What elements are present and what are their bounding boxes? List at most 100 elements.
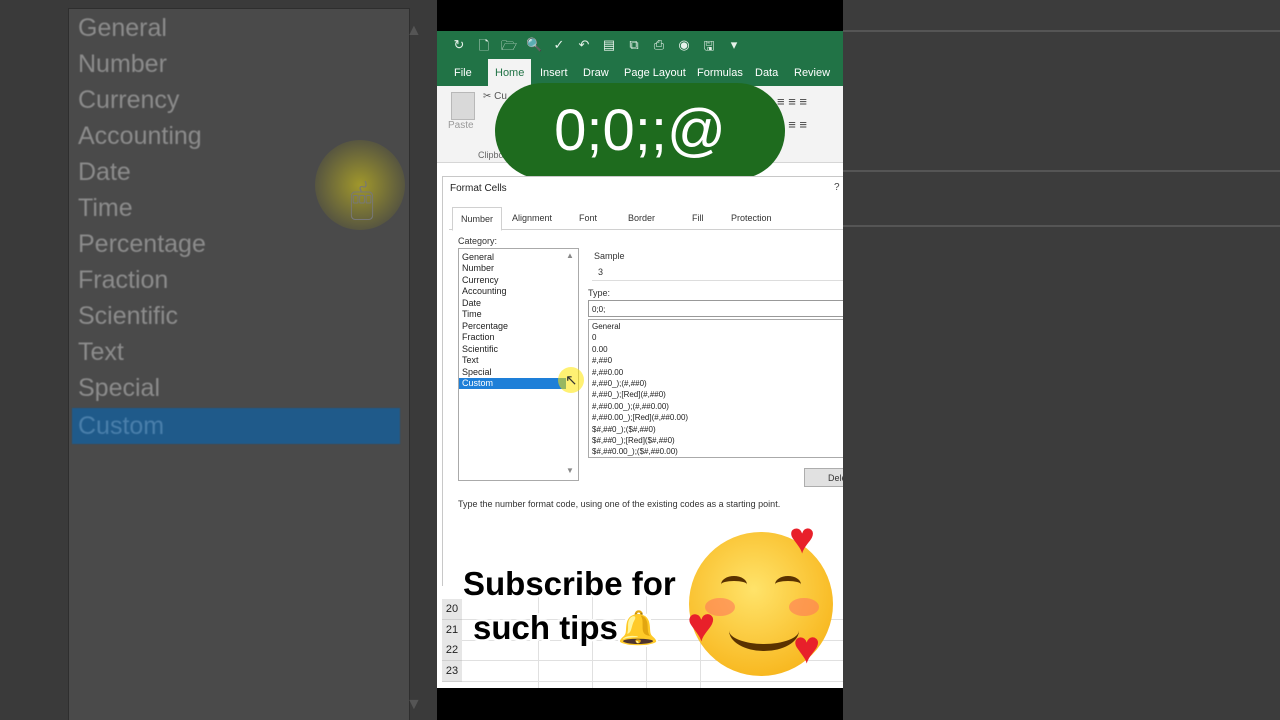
- category-item[interactable]: Currency: [459, 275, 566, 286]
- quick-access-toolbar: ↻ 🗋 🗁 🔍 ✓ ↶ ▤ ⧉ ⎙ ◉ 🖫 ▾: [451, 37, 742, 59]
- help-button[interactable]: ?: [834, 182, 840, 193]
- format-code-item[interactable]: #,##0: [592, 355, 612, 366]
- scroll-up-icon: ▲: [406, 22, 422, 39]
- format-code-item[interactable]: $#,##0_);($#,##0): [592, 424, 656, 435]
- copy-icon[interactable]: ⧉: [626, 37, 642, 59]
- format-code-badge: 0;0;;@: [495, 83, 785, 179]
- category-item[interactable]: Text: [459, 355, 566, 366]
- new-file-icon[interactable]: 🗋: [476, 37, 492, 59]
- category-item[interactable]: Number: [459, 263, 566, 274]
- category-item[interactable]: Special: [459, 367, 566, 378]
- background-list-item: Scientific: [78, 302, 179, 330]
- sample-label: Sample: [594, 251, 625, 261]
- background-list-item: General: [78, 14, 167, 42]
- category-item[interactable]: Date: [459, 298, 566, 309]
- background-divider: [843, 225, 1280, 227]
- tab-border[interactable]: Border: [628, 207, 655, 229]
- scroll-up-icon[interactable]: ▲: [566, 251, 574, 260]
- tab-alignment[interactable]: Alignment: [512, 207, 552, 229]
- format-code-item[interactable]: 0.00: [592, 344, 608, 355]
- background-list-item: Fraction: [78, 266, 169, 294]
- spelling-icon[interactable]: ✓: [551, 37, 567, 59]
- tab-protection[interactable]: Protection: [731, 207, 772, 229]
- background-divider: [843, 170, 1280, 172]
- excel-ribbon-header: ↻ 🗋 🗁 🔍 ✓ ↶ ▤ ⧉ ⎙ ◉ 🖫 ▾ File Home Insert…: [437, 31, 843, 86]
- delete-button[interactable]: Dele: [804, 468, 843, 487]
- eye-left: [721, 576, 747, 593]
- row-header[interactable]: 20: [442, 599, 462, 620]
- subscribe-line-2: such tips🔔: [473, 609, 659, 646]
- paste-icon[interactable]: [451, 92, 475, 120]
- ribbon-tabs: File Home Insert Draw Page Layout Formul…: [437, 59, 843, 86]
- form-icon[interactable]: ▤: [601, 37, 617, 59]
- background-list-item: Currency: [78, 86, 180, 114]
- letterbox-bottom: [437, 688, 843, 720]
- format-code-item[interactable]: #,##0_);[Red](#,##0): [592, 389, 666, 400]
- format-code-item[interactable]: $#,##0.00_);($#,##0.00): [592, 446, 678, 457]
- background-list-item: Text: [78, 338, 124, 366]
- tab-insert[interactable]: Insert: [540, 59, 568, 86]
- dialog-tabs: Number Alignment Font Border Fill Protec…: [449, 207, 843, 231]
- category-item[interactable]: Accounting: [459, 286, 566, 297]
- format-code-item[interactable]: General: [592, 321, 620, 332]
- eye-right: [775, 576, 801, 593]
- mouse-pointer-icon: 🖱: [350, 178, 374, 222]
- customize-toolbar-icon[interactable]: ▾: [726, 37, 742, 59]
- category-item[interactable]: General: [459, 252, 566, 263]
- row-header[interactable]: 22: [442, 640, 462, 661]
- format-code-item[interactable]: #,##0.00: [592, 367, 623, 378]
- background-list-item: Number: [78, 50, 167, 78]
- format-code-item[interactable]: #,##0.00_);(#,##0.00): [592, 401, 669, 412]
- format-code-item[interactable]: #,##0.00_);[Red](#,##0.00): [592, 412, 688, 423]
- redo-icon[interactable]: ↻: [451, 37, 467, 59]
- view-icon[interactable]: ◉: [676, 37, 692, 59]
- undo-icon[interactable]: ↶: [576, 37, 592, 59]
- background-list-item: Date: [78, 158, 131, 186]
- tab-fill[interactable]: Fill: [692, 207, 704, 229]
- cut-button[interactable]: ✂ Cu: [483, 91, 507, 102]
- dialog-title: Format Cells: [450, 183, 507, 194]
- row-gridline: [462, 680, 843, 682]
- row-header[interactable]: 21: [442, 619, 462, 641]
- open-folder-icon[interactable]: 🗁: [501, 37, 517, 59]
- format-hint: Type the number format code, using one o…: [458, 499, 781, 509]
- background-blur-right: [843, 0, 1280, 720]
- tab-file[interactable]: File: [454, 59, 472, 86]
- print-icon[interactable]: ⎙: [651, 37, 667, 59]
- save-icon[interactable]: 🖫: [701, 37, 717, 59]
- tab-number[interactable]: Number: [452, 207, 503, 231]
- row-header[interactable]: 23: [442, 660, 462, 682]
- tab-review[interactable]: Review: [794, 59, 830, 86]
- format-code-item[interactable]: $#,##0_);[Red]($#,##0): [592, 435, 675, 446]
- format-code-item[interactable]: #,##0_);(#,##0): [592, 378, 647, 389]
- background-list-item: Custom: [72, 408, 400, 444]
- tab-page-layout[interactable]: Page Layout: [624, 59, 686, 86]
- tab-font[interactable]: Font: [579, 207, 597, 229]
- category-item[interactable]: Scientific: [459, 344, 566, 355]
- background-list-item: Accounting: [78, 122, 202, 150]
- scroll-down-icon[interactable]: ▼: [566, 466, 574, 475]
- print-preview-icon[interactable]: 🔍: [526, 37, 542, 59]
- background-list-item: Special: [78, 374, 160, 402]
- type-input[interactable]: 0;0;: [588, 300, 843, 317]
- align-icons-top[interactable]: ≡ ≡ ≡: [777, 94, 807, 109]
- tab-draw[interactable]: Draw: [583, 59, 609, 86]
- category-item[interactable]: Fraction: [459, 332, 566, 343]
- format-code-item[interactable]: 0: [592, 332, 596, 343]
- category-list[interactable]: General Number Currency Accounting Date Time P…: [458, 248, 584, 481]
- mouse-pointer-icon: ↖: [565, 372, 578, 389]
- category-item[interactable]: Time: [459, 309, 566, 320]
- format-code-list[interactable]: General 0 0.00 #,##0 #,##0.00 #,##0_);(#,##0)…: [588, 319, 843, 458]
- background-list-item: Time: [78, 194, 133, 222]
- tab-data[interactable]: Data: [755, 59, 778, 86]
- tab-home[interactable]: Home: [488, 59, 532, 86]
- tab-formulas[interactable]: Formulas: [697, 59, 743, 86]
- category-item[interactable]: Custom: [459, 377, 566, 389]
- paste-button[interactable]: Paste: [448, 120, 474, 131]
- category-item[interactable]: Percentage: [459, 321, 566, 332]
- heart-icon: ♥: [789, 514, 816, 563]
- heart-icon: ♥: [687, 599, 716, 652]
- category-label: Category:: [458, 236, 498, 246]
- scroll-down-icon: ▼: [406, 696, 422, 713]
- type-label: Type:: [588, 288, 611, 298]
